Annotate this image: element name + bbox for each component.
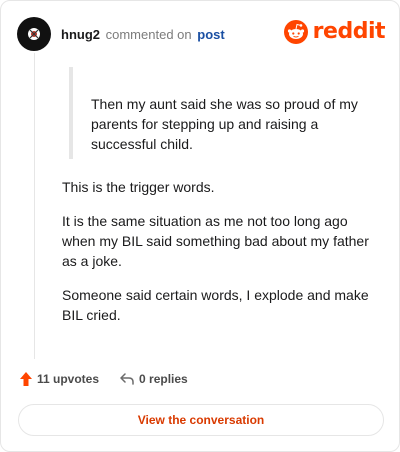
- username-link[interactable]: hnug2: [61, 27, 100, 42]
- avatar-icon: [28, 28, 40, 40]
- reddit-alien-icon: [283, 19, 308, 44]
- reply-stat[interactable]: 0 replies: [119, 372, 188, 386]
- action-text: commented on: [105, 26, 192, 42]
- thread-line: [34, 53, 35, 359]
- comment-meta: hnug2 commented on post: [61, 27, 225, 42]
- comment-paragraph: This is the trigger words.: [62, 179, 215, 195]
- reddit-logo[interactable]: reddit: [283, 19, 386, 44]
- comment-paragraph: Someone said certain words, I explode an…: [62, 287, 369, 323]
- comment-paragraph: It is the same situation as me not too l…: [62, 213, 369, 269]
- comment-card: hnug2 commented on post reddit Then my a…: [0, 0, 400, 452]
- brand-wordmark: reddit: [312, 19, 386, 44]
- comment-body: This is the trigger words. It is the sam…: [62, 177, 382, 339]
- quoted-text: Then my aunt said she was so proud of my…: [69, 67, 369, 159]
- avatar[interactable]: [17, 17, 51, 51]
- upvote-arrow-icon: [20, 372, 32, 386]
- view-conversation-button[interactable]: View the conversation: [18, 404, 384, 436]
- upvote-count: 11 upvotes: [37, 372, 100, 386]
- comment-header: hnug2 commented on post: [17, 17, 225, 51]
- comment-footer: 11 upvotes 0 replies: [19, 371, 188, 387]
- reply-arrow-icon: [120, 373, 134, 385]
- post-link[interactable]: post: [197, 27, 224, 42]
- upvote-stat[interactable]: 11 upvotes: [19, 371, 99, 387]
- reply-count: 0 replies: [139, 372, 188, 386]
